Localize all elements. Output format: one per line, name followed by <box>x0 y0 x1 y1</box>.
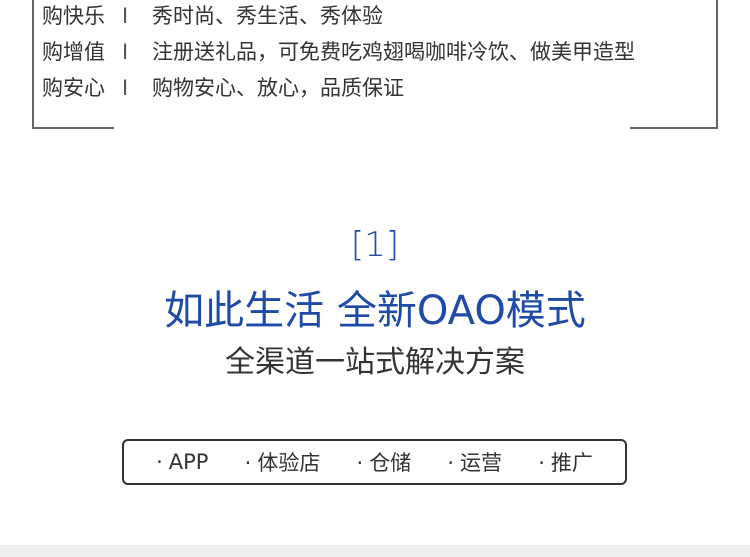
feature-row: 购安心 I 购物安心、放心，品质保证 <box>42 73 404 103</box>
feature-separator: I <box>122 40 129 64</box>
feature-row: 购增值 I 注册送礼品，可免费吃鸡翅喝咖啡冷饮、做美甲造型 <box>42 37 635 67</box>
page-subheadline: 全渠道一站式解决方案 <box>225 345 525 380</box>
frame-bottom-left-line <box>32 127 114 129</box>
tag-experience-store: · 体验店 <box>245 447 321 477</box>
feature-text: 注册送礼品，可免费吃鸡翅喝咖啡冷饮、做美甲造型 <box>152 40 635 64</box>
bullet-icon: · <box>156 450 163 474</box>
feature-text: 秀时尚、秀生活、秀体验 <box>152 4 383 28</box>
feature-row: 购快乐 I 秀时尚、秀生活、秀体验 <box>42 1 383 31</box>
bullet-icon: · <box>356 451 364 475</box>
tag-label: 体验店 <box>257 451 321 475</box>
bottom-divider <box>0 545 750 557</box>
section-number: [1] <box>350 225 400 265</box>
bullet-icon: · <box>447 451 455 475</box>
tag-label: 仓储 <box>369 451 412 475</box>
service-tags: · APP · 体验店 · 仓储 · 运营 · 推广 <box>122 439 627 485</box>
tag-label: 推广 <box>550 451 593 475</box>
bullet-icon: · <box>244 451 252 475</box>
tag-label: APP <box>168 450 209 474</box>
feature-text: 购物安心、放心，品质保证 <box>152 76 404 100</box>
tag-operations: · 运营 <box>447 447 502 477</box>
feature-separator: I <box>122 76 129 100</box>
feature-label: 购快乐 <box>42 4 105 28</box>
tag-warehouse: · 仓储 <box>357 447 412 477</box>
tag-promotion: · 推广 <box>538 447 593 477</box>
tag-app: · APP <box>156 450 208 474</box>
frame-bottom-right-line <box>630 127 718 129</box>
bullet-icon: · <box>538 451 545 475</box>
feature-separator: I <box>122 4 129 28</box>
page-headline: 如此生活 全新OAO模式 <box>164 288 586 334</box>
feature-label: 购安心 <box>42 76 105 100</box>
tag-label: 运营 <box>460 451 503 475</box>
feature-label: 购增值 <box>42 40 105 64</box>
